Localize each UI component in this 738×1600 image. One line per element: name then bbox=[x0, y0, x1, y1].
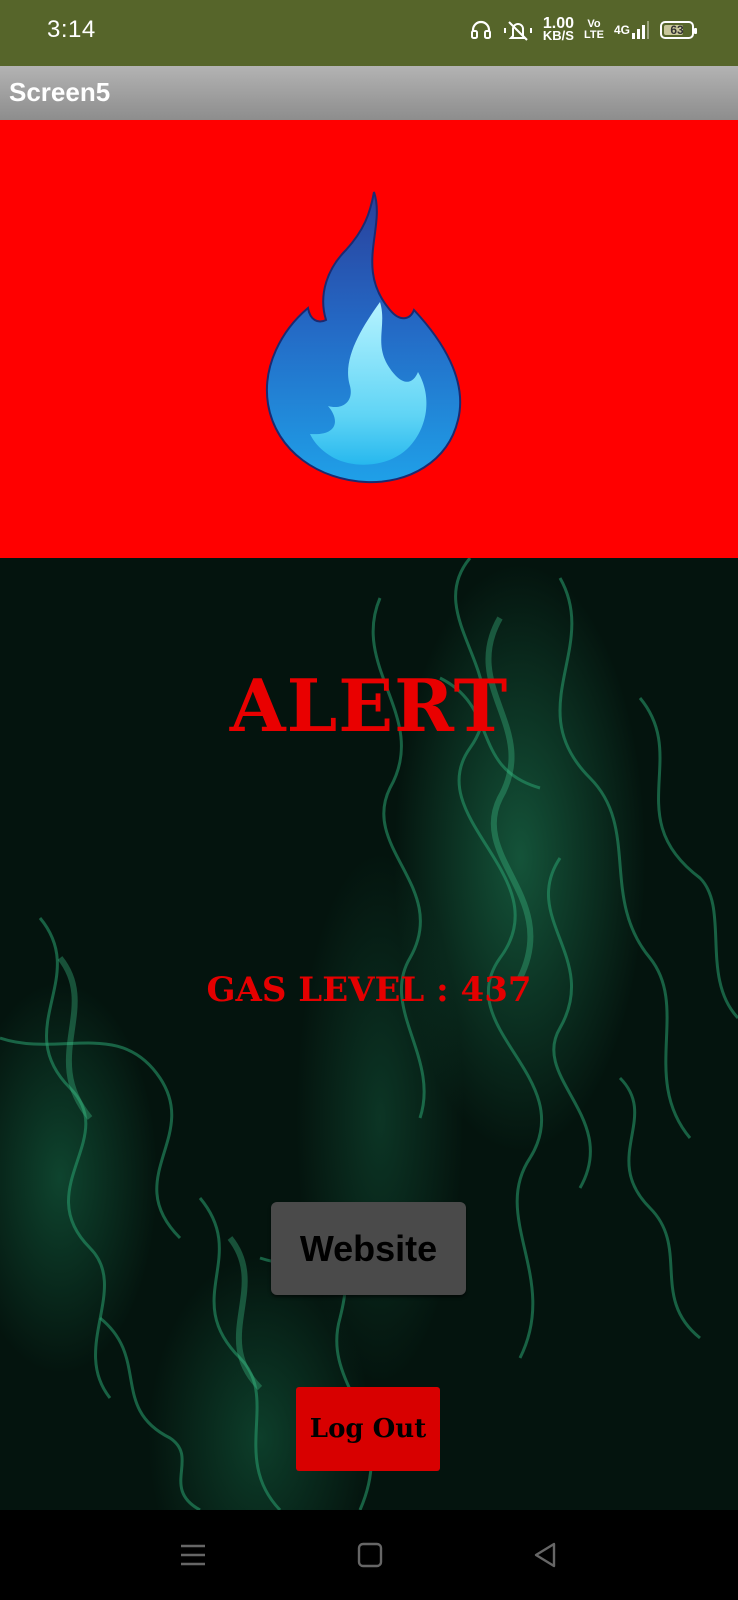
net-speed-unit: KB/S bbox=[542, 28, 574, 43]
menu-icon[interactable] bbox=[178, 1540, 208, 1575]
screen-title: Screen5 bbox=[9, 77, 111, 107]
status-time: 3:14 bbox=[47, 16, 96, 43]
gas-level-text: GAS LEVEL : 437 bbox=[206, 970, 532, 1010]
volte-indicator: Vo LTE bbox=[584, 19, 604, 41]
status-bar: 3:14 1.00 KB/S Vo LTE 4G 63 bbox=[0, 0, 738, 66]
volte-bottom: LTE bbox=[584, 29, 604, 41]
signal-icon: 4G bbox=[614, 20, 650, 40]
system-nav-bar bbox=[0, 1510, 738, 1600]
battery-icon: 63 bbox=[660, 21, 697, 39]
net-speed: 1.00 KB/S bbox=[542, 16, 574, 43]
mute-vibrate-icon bbox=[503, 18, 533, 42]
headphones-icon bbox=[469, 18, 493, 42]
network-type: 4G bbox=[613, 23, 630, 37]
app-bar: Screen5 bbox=[0, 66, 738, 122]
gas-flame-icon bbox=[265, 191, 462, 484]
website-button[interactable]: Website bbox=[271, 1202, 466, 1295]
battery-level: 63 bbox=[670, 23, 684, 37]
logout-button[interactable]: Log Out bbox=[296, 1387, 440, 1471]
status-icons: 1.00 KB/S Vo LTE 4G 63 bbox=[469, 16, 697, 43]
alert-heading: ALERT bbox=[229, 663, 509, 748]
back-icon[interactable] bbox=[530, 1540, 560, 1575]
alert-panel: ALERT GAS LEVEL : 437 Website Log Out bbox=[0, 558, 738, 1510]
home-icon[interactable] bbox=[355, 1540, 385, 1575]
